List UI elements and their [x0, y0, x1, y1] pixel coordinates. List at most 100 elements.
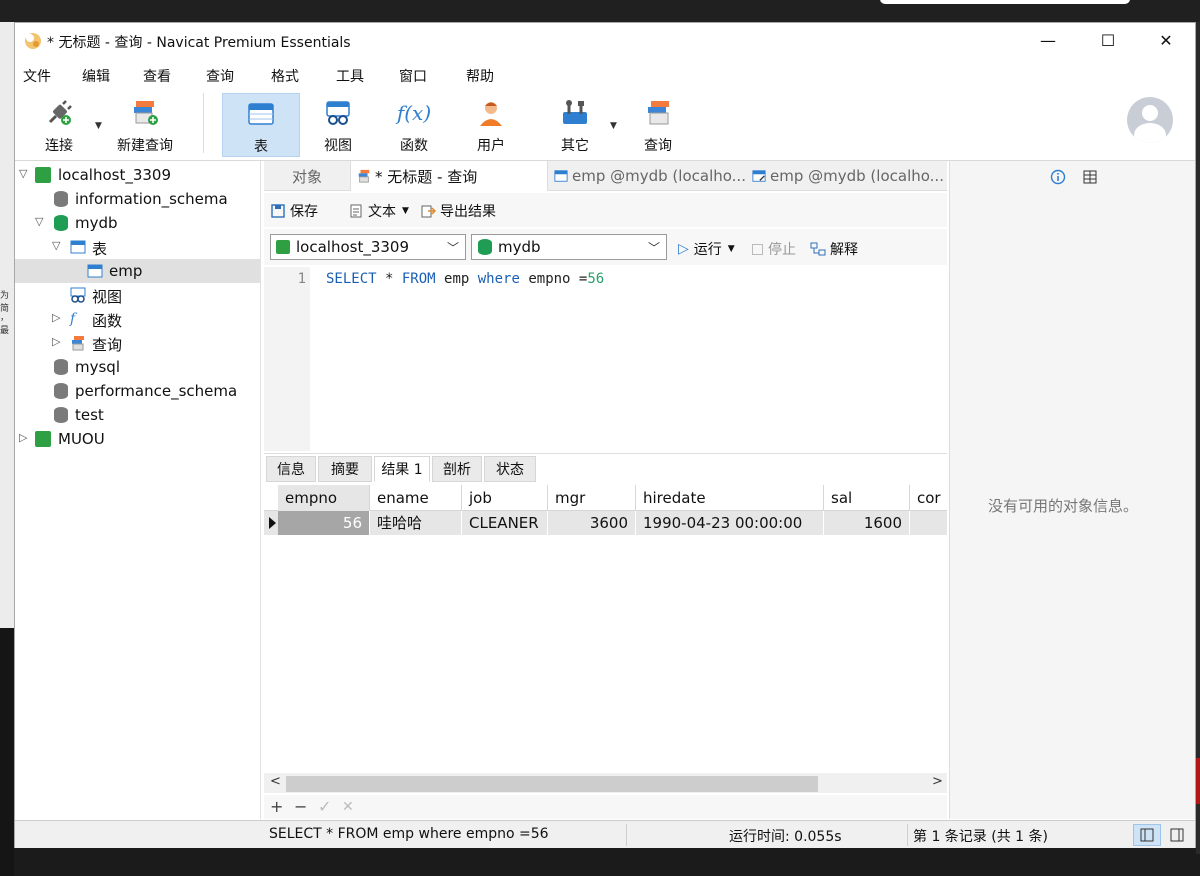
title-bar: * 无标题 - 查询 - Navicat Premium Essentials …: [15, 23, 1195, 59]
column-header[interactable]: cor: [910, 485, 947, 511]
tab-emp-2[interactable]: emp @mydb (localho...: [748, 161, 946, 191]
user-avatar[interactable]: [1127, 97, 1173, 143]
scrollbar-thumb[interactable]: [286, 776, 818, 792]
collapse-arrow-icon[interactable]: ▽: [35, 215, 43, 228]
tree-db-information-schema[interactable]: information_schema: [15, 187, 261, 211]
tree-folder-queries[interactable]: ▷ 查询: [15, 331, 261, 355]
tab-profile[interactable]: 剖析: [432, 456, 482, 482]
stop-icon: [752, 243, 763, 255]
user-button[interactable]: 用户: [468, 93, 514, 157]
tab-objects[interactable]: 对象: [264, 161, 350, 191]
table-cell[interactable]: 56: [278, 511, 370, 535]
ddl-icon[interactable]: [1082, 169, 1098, 185]
table-row[interactable]: 56 哇哈哈 CLEANER 3600 1990-04-23 00:00:00 …: [264, 511, 947, 535]
new-query-button[interactable]: 新建查询: [111, 93, 179, 157]
text-button[interactable]: 文本 ▼: [348, 201, 409, 221]
editor-tabs: 对象 * 无标题 - 查询 emp @mydb (localho... emp …: [264, 161, 947, 191]
column-header[interactable]: mgr: [548, 485, 636, 511]
menu-tools[interactable]: 工具: [336, 66, 364, 86]
horizontal-scrollbar[interactable]: < >: [264, 773, 947, 793]
expand-arrow-icon[interactable]: ▷: [19, 431, 27, 444]
view-button[interactable]: 视图: [315, 93, 361, 157]
other-button[interactable]: 其它: [552, 93, 598, 157]
menu-window[interactable]: 窗口: [399, 66, 427, 86]
tab-info[interactable]: 信息: [266, 456, 316, 482]
tree-connection-localhost[interactable]: ▽ localhost_3309: [15, 163, 261, 187]
connection-select[interactable]: localhost_3309 ﹀: [270, 234, 466, 260]
grid-header: empno ename job mgr hiredate sal cor: [264, 485, 947, 511]
table-cell[interactable]: CLEANER: [462, 511, 548, 535]
tree-folder-functions[interactable]: ▷ f 函数: [15, 307, 261, 331]
run-button[interactable]: ▷ 运行 ▼: [678, 239, 735, 259]
function-button[interactable]: f(x) 函数: [391, 93, 437, 157]
menu-file[interactable]: 文件: [23, 66, 51, 86]
menu-format[interactable]: 格式: [271, 66, 299, 86]
no-object-info-message: 没有可用的对象信息。: [988, 497, 1139, 515]
form-view-button[interactable]: [1163, 824, 1191, 846]
export-icon: [421, 205, 436, 218]
delete-record-button[interactable]: −: [294, 797, 307, 816]
menu-help[interactable]: 帮助: [466, 66, 494, 86]
table-cell[interactable]: 哇哈哈: [370, 511, 462, 535]
tab-result-1[interactable]: 结果 1: [374, 456, 430, 482]
table-cell[interactable]: 3600: [548, 511, 636, 535]
desktop-dark-region: [0, 628, 14, 876]
maximize-button[interactable]: ☐: [1079, 23, 1137, 57]
collapse-arrow-icon[interactable]: ▽: [52, 239, 60, 252]
export-results-button[interactable]: 导出结果: [420, 201, 496, 221]
column-header[interactable]: job: [462, 485, 548, 511]
tab-summary[interactable]: 摘要: [318, 456, 372, 482]
save-button[interactable]: 保存: [270, 201, 318, 221]
apply-changes-button[interactable]: ✓: [318, 797, 331, 816]
other-label: 其它: [561, 138, 589, 154]
tree-db-mysql[interactable]: mysql: [15, 355, 261, 379]
expand-arrow-icon[interactable]: ▷: [52, 311, 60, 324]
table-button[interactable]: 表: [222, 93, 300, 157]
column-header[interactable]: sal: [824, 485, 910, 511]
add-record-button[interactable]: +: [270, 797, 283, 816]
discard-changes-button[interactable]: ✕: [342, 799, 354, 815]
scroll-left-icon[interactable]: <: [270, 774, 281, 789]
tree-connection-muou[interactable]: ▷ MUOU: [15, 427, 261, 451]
menu-bar: 文件 编辑 查看 查询 格式 工具 窗口 帮助: [15, 61, 1195, 89]
table-cell[interactable]: 1990-04-23 00:00:00: [636, 511, 824, 535]
tree-table-emp[interactable]: emp: [15, 259, 261, 283]
table-cell[interactable]: [910, 511, 947, 535]
menu-view[interactable]: 查看: [143, 66, 171, 86]
expand-arrow-icon[interactable]: ▷: [52, 335, 60, 348]
column-header[interactable]: hiredate: [636, 485, 824, 511]
close-button[interactable]: ✕: [1137, 23, 1195, 57]
query-button[interactable]: 查询: [635, 93, 681, 157]
database-select[interactable]: mydb ﹀: [471, 234, 667, 260]
tree-folder-tables[interactable]: ▽ 表: [15, 235, 261, 259]
sql-code[interactable]: SELECT * FROM emp where empno =56: [326, 271, 604, 287]
connect-button[interactable]: 连接: [37, 93, 81, 157]
connect-dropdown-icon[interactable]: ▼: [95, 121, 102, 131]
info-icon[interactable]: [1050, 169, 1066, 185]
menu-query[interactable]: 查询: [206, 66, 234, 86]
connection-value: localhost_3309: [296, 238, 410, 256]
tree-db-test[interactable]: test: [15, 403, 261, 427]
tab-query[interactable]: * 无标题 - 查询: [350, 161, 548, 191]
tree-label: 查询: [92, 336, 123, 354]
scroll-right-icon[interactable]: >: [932, 774, 943, 789]
tab-label: 对象: [291, 167, 322, 186]
collapse-arrow-icon[interactable]: ▽: [19, 167, 27, 180]
other-dropdown-icon[interactable]: ▼: [610, 121, 617, 131]
grid-view-button[interactable]: [1133, 824, 1161, 846]
table-cell[interactable]: 1600: [824, 511, 910, 535]
sql-editor[interactable]: 1 SELECT * FROM emp where empno =56: [264, 267, 947, 451]
column-header[interactable]: ename: [370, 485, 462, 511]
column-header[interactable]: empno: [278, 485, 370, 511]
tree-db-mydb[interactable]: ▽ mydb: [15, 211, 261, 235]
tab-status[interactable]: 状态: [484, 456, 536, 482]
stop-button[interactable]: 停止: [752, 239, 796, 259]
status-divider: [907, 824, 908, 846]
avatar-body: [1134, 123, 1166, 143]
tab-emp-1[interactable]: emp @mydb (localho...: [550, 161, 746, 191]
tree-db-performance-schema[interactable]: performance_schema: [15, 379, 261, 403]
minimize-button[interactable]: —: [1019, 23, 1077, 57]
explain-button[interactable]: 解释: [810, 239, 858, 259]
tree-folder-views[interactable]: 视图: [15, 283, 261, 307]
menu-edit[interactable]: 编辑: [82, 66, 110, 86]
